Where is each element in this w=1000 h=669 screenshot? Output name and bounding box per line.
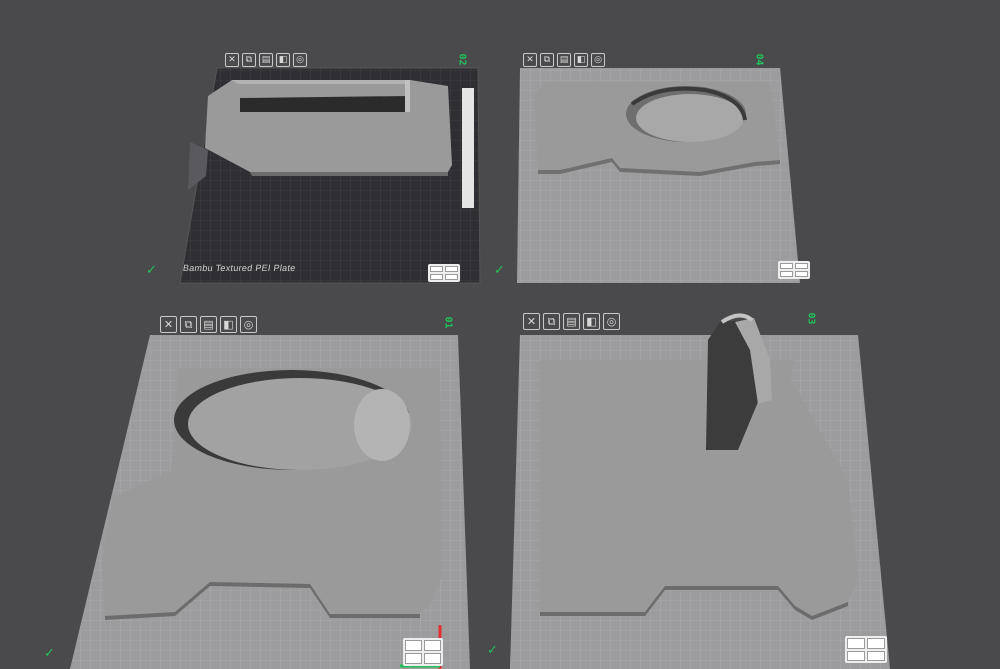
plate-03[interactable] [510, 313, 890, 669]
plate-ok-icon: ✓ [487, 643, 498, 658]
settings-icon[interactable]: ◎ [591, 53, 605, 67]
plate-01-toolbar: ✕ ⧉ ▤ ◧ ◎ [160, 316, 257, 333]
arrange-icon[interactable]: ⧉ [242, 53, 256, 67]
plate-04-toolbar: ✕ ⧉ ▤ ◧ ◎ [523, 53, 605, 67]
build-plate-scene [70, 67, 890, 669]
plate-03-toolbar: ✕ ⧉ ▤ ◧ ◎ [523, 313, 620, 330]
orient-icon[interactable]: ▤ [563, 313, 580, 330]
plate-number: 02 [456, 53, 468, 66]
plate-04[interactable] [517, 68, 800, 283]
close-icon[interactable]: ✕ [523, 53, 537, 67]
plate-number: 01 [442, 316, 454, 329]
plate-number: 03 [805, 312, 817, 325]
orient-icon[interactable]: ▤ [259, 53, 273, 67]
arrange-icon[interactable]: ⧉ [543, 313, 560, 330]
lock-icon[interactable]: ◧ [583, 313, 600, 330]
plate-grid-icon[interactable] [428, 264, 460, 282]
plate-01[interactable] [70, 335, 470, 669]
plate-ok-icon: ✓ [146, 263, 157, 278]
orient-icon[interactable]: ▤ [200, 316, 217, 333]
plate-ok-icon: ✓ [44, 646, 55, 661]
settings-icon[interactable]: ◎ [603, 313, 620, 330]
arrange-icon[interactable]: ⧉ [540, 53, 554, 67]
plate-grid-icon[interactable] [778, 261, 810, 279]
lock-icon[interactable]: ◧ [220, 316, 237, 333]
model-02[interactable] [205, 80, 452, 172]
settings-icon[interactable]: ◎ [240, 316, 257, 333]
close-icon[interactable]: ✕ [523, 313, 540, 330]
close-icon[interactable]: ✕ [225, 53, 239, 67]
plate-type-label: Bambu Textured PEI Plate [182, 263, 297, 273]
plate-grid-icon[interactable] [403, 638, 443, 666]
plate-02[interactable] [179, 67, 481, 284]
arrange-icon[interactable]: ⧉ [180, 316, 197, 333]
plate-number: 04 [753, 53, 765, 66]
close-icon[interactable]: ✕ [160, 316, 177, 333]
plate-side-label [462, 88, 474, 208]
plate-grid-icon[interactable] [845, 636, 887, 663]
lock-icon[interactable]: ◧ [574, 53, 588, 67]
plate-02-toolbar: ✕ ⧉ ▤ ◧ ◎ [225, 53, 307, 67]
lock-icon[interactable]: ◧ [276, 53, 290, 67]
plate-ok-icon: ✓ [494, 263, 505, 278]
orient-icon[interactable]: ▤ [557, 53, 571, 67]
settings-icon[interactable]: ◎ [293, 53, 307, 67]
